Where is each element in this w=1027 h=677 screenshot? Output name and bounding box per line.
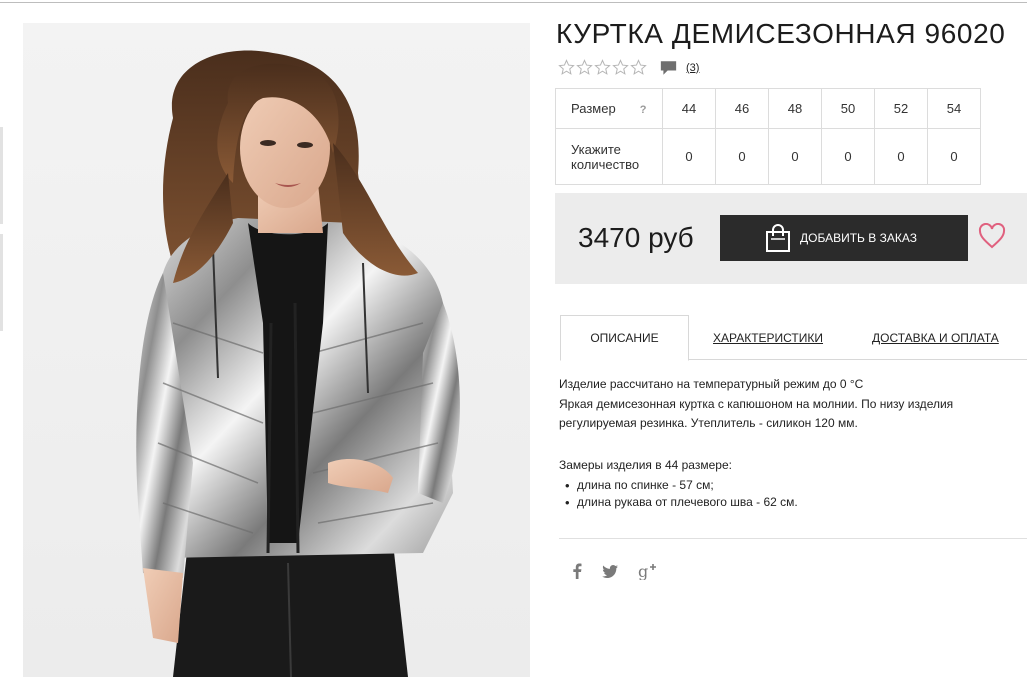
- quantity-input[interactable]: 0: [874, 128, 928, 185]
- size-row: Размер? 44 46 48 50 52 54: [555, 88, 981, 129]
- product-tabs: ОПИСАНИЕ ХАРАКТЕРИСТИКИ ДОСТАВКА И ОПЛАТ…: [560, 315, 1027, 361]
- size-option[interactable]: 44: [662, 88, 716, 129]
- quantity-label-line1: Укажите: [571, 141, 621, 157]
- comment-icon[interactable]: [660, 60, 677, 76]
- product-price: 3470 руб: [578, 222, 694, 253]
- description-line: регулируемая резинка. Утеплитель - силик…: [559, 416, 858, 430]
- size-header-label: Размер: [571, 101, 616, 116]
- description-line: Яркая демисезонная куртка с капюшоном на…: [559, 396, 954, 411]
- quantity-label-line2: количество: [571, 156, 640, 172]
- tab-characteristics[interactable]: ХАРАКТЕРИСТИКИ: [713, 315, 823, 360]
- rating-row: (3): [558, 59, 699, 76]
- add-to-order-button[interactable]: ДОБАВИТЬ В ЗАКАЗ: [720, 215, 968, 261]
- add-to-order-label: ДОБАВИТЬ В ЗАКАЗ: [800, 231, 917, 245]
- measure-item: длина рукава от плечевого шва - 62 см.: [559, 494, 798, 511]
- quantity-row: Укажите количество 0 0 0 0 0 0: [555, 128, 981, 185]
- social-share: g: [572, 562, 658, 580]
- product-photo[interactable]: [23, 23, 530, 677]
- size-option[interactable]: 50: [821, 88, 875, 129]
- description-line: Изделие рассчитано на температурный режи…: [559, 377, 864, 391]
- tab-delivery-payment[interactable]: ДОСТАВКА И ОПЛАТА: [872, 315, 999, 360]
- quantity-header-cell: Укажите количество: [555, 128, 663, 185]
- thumbnail-tab-1[interactable]: [0, 127, 3, 224]
- size-option[interactable]: 52: [874, 88, 928, 129]
- measures-list: длина по спинке - 57 см; длина рукава от…: [559, 477, 798, 511]
- size-option[interactable]: 54: [927, 88, 981, 129]
- measures-title: Замеры изделия в 44 размере:: [559, 458, 732, 472]
- measure-item: длина по спинке - 57 см;: [559, 477, 798, 494]
- size-option[interactable]: 48: [768, 88, 822, 129]
- reviews-count-link[interactable]: (3): [686, 62, 699, 74]
- social-divider: [559, 538, 1027, 539]
- buy-panel: 3470 руб ДОБАВИТЬ В ЗАКАЗ: [555, 193, 1027, 284]
- thumbnail-tab-2[interactable]: [0, 234, 3, 331]
- quantity-input[interactable]: 0: [662, 128, 716, 185]
- shopping-bag-icon: [766, 224, 790, 252]
- quantity-input[interactable]: 0: [927, 128, 981, 185]
- star-icon[interactable]: [594, 59, 611, 76]
- quantity-input[interactable]: 0: [715, 128, 769, 185]
- rating-stars[interactable]: [558, 59, 647, 76]
- product-photo-illustration: [23, 23, 530, 677]
- product-description: Изделие рассчитано на температурный режи…: [559, 375, 1019, 434]
- heart-icon[interactable]: [978, 223, 1006, 249]
- facebook-icon[interactable]: [572, 563, 582, 579]
- top-divider: [0, 2, 1027, 3]
- size-help-icon[interactable]: ?: [640, 104, 647, 116]
- star-icon[interactable]: [576, 59, 593, 76]
- star-icon[interactable]: [630, 59, 647, 76]
- product-title: КУРТКА ДЕМИСЕЗОННАЯ 96020: [556, 18, 1006, 49]
- star-icon[interactable]: [612, 59, 629, 76]
- twitter-icon[interactable]: [602, 564, 618, 578]
- size-header-cell: Размер?: [555, 88, 663, 129]
- size-option[interactable]: 46: [715, 88, 769, 129]
- tab-description[interactable]: ОПИСАНИЕ: [560, 315, 689, 361]
- star-icon[interactable]: [558, 59, 575, 76]
- measures-block: Замеры изделия в 44 размере: длина по сп…: [559, 457, 798, 511]
- svg-text:g: g: [638, 562, 648, 580]
- size-table: Размер? 44 46 48 50 52 54 Укажите количес…: [555, 88, 981, 185]
- quantity-input[interactable]: 0: [768, 128, 822, 185]
- quantity-input[interactable]: 0: [821, 128, 875, 185]
- google-plus-icon[interactable]: g: [638, 562, 658, 580]
